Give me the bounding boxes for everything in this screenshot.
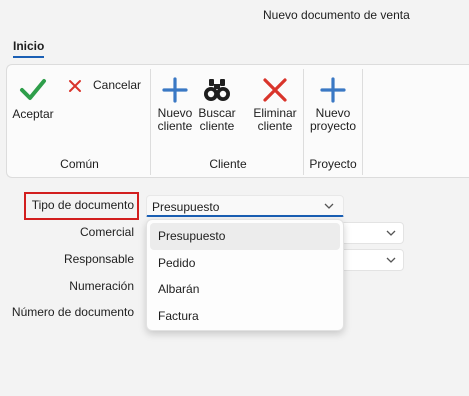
comercial-label: Comercial — [79, 225, 134, 239]
group-divider — [303, 69, 304, 175]
chevron-down-icon — [386, 257, 396, 263]
chevron-down-icon — [324, 203, 334, 209]
doc-type-dropdown: Presupuesto Pedido Albarán Factura — [146, 219, 344, 331]
binoculars-icon — [204, 79, 230, 101]
window-title: Nuevo documento de venta — [263, 8, 410, 22]
group-divider — [362, 69, 363, 175]
group-divider — [150, 69, 151, 175]
checkmark-icon — [20, 79, 46, 100]
accept-label: Aceptar — [12, 107, 54, 121]
search-client-button[interactable]: Buscar cliente — [197, 77, 237, 133]
chevron-down-icon — [386, 230, 396, 236]
new-project-button[interactable]: Nuevo proyecto — [307, 77, 359, 133]
cancel-label: Cancelar — [93, 78, 142, 92]
dropdown-option-factura[interactable]: Factura — [150, 303, 340, 330]
doc-type-select[interactable]: Presupuesto — [146, 195, 344, 217]
accept-button[interactable]: Aceptar — [11, 77, 55, 121]
delete-client-label: Eliminar cliente — [253, 106, 297, 133]
group-label-cliente: Cliente — [209, 157, 247, 171]
plus-icon — [320, 77, 346, 103]
new-client-button[interactable]: Nuevo cliente — [155, 77, 195, 133]
search-client-label: Buscar cliente — [198, 106, 236, 133]
delete-client-button[interactable]: Eliminar cliente — [251, 77, 299, 133]
dropdown-option-presupuesto[interactable]: Presupuesto — [150, 223, 340, 250]
group-label-comun: Común — [60, 157, 99, 171]
numero-documento-label: Número de documento — [11, 305, 134, 319]
numeracion-label: Numeración — [69, 279, 134, 293]
group-label-proyecto: Proyecto — [309, 157, 357, 171]
dropdown-option-albaran[interactable]: Albarán — [150, 276, 340, 303]
dropdown-option-pedido[interactable]: Pedido — [150, 250, 340, 277]
x-icon — [263, 78, 287, 102]
responsable-label: Responsable — [63, 252, 134, 266]
new-client-label: Nuevo cliente — [157, 106, 193, 133]
plus-icon — [162, 77, 188, 103]
x-icon — [69, 80, 81, 92]
tab-inicio[interactable]: Inicio — [13, 39, 45, 58]
doc-type-value: Presupuesto — [152, 200, 220, 214]
new-project-label: Nuevo proyecto — [309, 106, 357, 133]
ribbon: Aceptar Cancelar Común Nuevo cliente Bus… — [6, 64, 469, 178]
doc-type-label: Tipo de documento — [31, 198, 134, 212]
